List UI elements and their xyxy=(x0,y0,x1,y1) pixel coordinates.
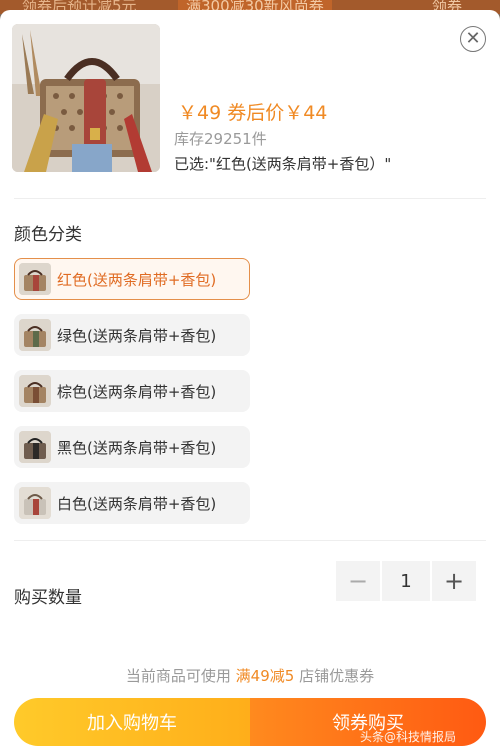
quantity-increment-button[interactable]: + xyxy=(432,561,476,601)
price-text: ￥49 券后价￥44 xyxy=(178,102,328,124)
color-option-label: 红色(送两条肩带+香包) xyxy=(57,270,217,289)
watermark: 头条@科技情报局 xyxy=(360,730,457,744)
minus-icon: − xyxy=(347,567,369,595)
color-option-label: 绿色(送两条肩带+香包) xyxy=(57,326,217,345)
coupon-info: 当前商品可使用 满49减5 店铺优惠券 xyxy=(0,665,500,686)
selected-variant-text: 已选:"红色(送两条肩带+香包）" xyxy=(174,155,392,173)
coupon-highlight: 满49减5 xyxy=(235,667,295,685)
color-option-brown[interactable]: 棕色(送两条肩带+香包) xyxy=(14,370,250,412)
coupon-suffix: 店铺优惠券 xyxy=(294,667,375,685)
close-button[interactable]: ✕ xyxy=(460,26,486,52)
quantity-label: 购买数量 xyxy=(14,588,82,608)
bag-thumbnail-red xyxy=(19,263,51,295)
color-option-black[interactable]: 黑色(送两条肩带+香包) xyxy=(14,426,250,468)
stock-text: 库存29251件 xyxy=(174,130,267,148)
color-option-label: 棕色(送两条肩带+香包) xyxy=(57,382,217,401)
divider xyxy=(14,198,486,199)
quantity-decrement-button[interactable]: − xyxy=(336,561,380,601)
color-option-label: 黑色(送两条肩带+香包) xyxy=(57,438,217,457)
quantity-input[interactable]: 1 xyxy=(382,561,430,601)
plus-icon: + xyxy=(443,567,465,595)
color-option-green[interactable]: 绿色(送两条肩带+香包) xyxy=(14,314,250,356)
coupon-prefix: 当前商品可使用 xyxy=(125,667,236,685)
color-option-white[interactable]: 白色(送两条肩带+香包) xyxy=(14,482,250,524)
sku-selection-sheet: ✕ ￥49 券后价￥44 库存29251件 已选:"红色(送两条肩带+香包）" … xyxy=(0,10,500,750)
color-option-red[interactable]: 红色(送两条肩带+香包) xyxy=(14,258,250,300)
close-icon: ✕ xyxy=(465,28,481,49)
product-thumbnail xyxy=(12,24,160,172)
bag-thumbnail-white xyxy=(19,487,51,519)
color-option-label: 白色(送两条肩带+香包) xyxy=(57,494,217,513)
divider xyxy=(14,540,486,541)
bag-thumbnail-black xyxy=(19,431,51,463)
bag-thumbnail-green xyxy=(19,319,51,351)
color-section-title: 颜色分类 xyxy=(14,225,82,245)
add-to-cart-button[interactable]: 加入购物车 xyxy=(14,698,250,746)
bag-thumbnail-brown xyxy=(19,375,51,407)
